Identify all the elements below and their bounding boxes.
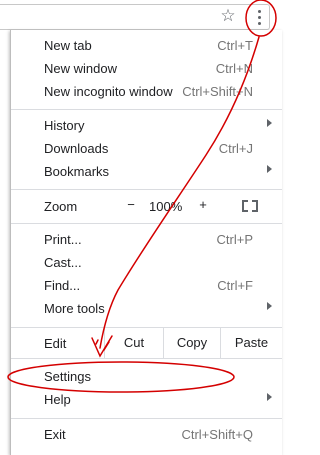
zoom-level: 100% <box>149 199 183 214</box>
shortcut-label: Ctrl+T <box>217 38 253 53</box>
edit-label: Edit <box>44 336 67 351</box>
shortcut-label: Ctrl+N <box>215 61 253 76</box>
menu-item-label: Help <box>44 392 71 407</box>
edit-row: Edit Cut Copy Paste <box>11 328 282 358</box>
fullscreen-icon[interactable] <box>242 200 258 212</box>
three-dot-menu-icon[interactable] <box>251 5 267 29</box>
submenu-arrow-icon <box>267 393 272 401</box>
menu-item-label: New incognito window <box>44 84 173 99</box>
menu-separator <box>11 223 282 224</box>
menu-separator <box>11 358 282 359</box>
menu-item-label: More tools <box>44 301 105 316</box>
menu-item-label: Downloads <box>44 141 109 156</box>
shortcut-label: Ctrl+Shift+N <box>182 84 253 99</box>
shortcut-label: Ctrl+J <box>218 141 253 156</box>
shortcut-label: Ctrl+Shift+Q <box>181 427 253 442</box>
menu-item-exit[interactable]: Exit Ctrl+Shift+Q <box>11 424 282 446</box>
menu-item-label: New window <box>44 61 117 76</box>
menu-item-find[interactable]: Find... Ctrl+F <box>11 275 282 297</box>
shortcut-label: Ctrl+P <box>216 232 253 247</box>
zoom-label: Zoom <box>44 199 78 214</box>
menu-separator <box>11 109 282 110</box>
menu-item-label: Find... <box>44 278 81 293</box>
copy-button[interactable]: Copy <box>163 328 220 358</box>
zoom-row: Zoom − 100% + <box>11 190 282 222</box>
shortcut-label: Ctrl+F <box>217 278 253 293</box>
menu-item-label: Settings <box>44 369 91 384</box>
zoom-out-button[interactable]: − <box>125 197 137 212</box>
menu-item-label: Bookmarks <box>44 164 110 179</box>
star-icon[interactable]: ☆ <box>219 6 237 26</box>
menu-item-help[interactable]: Help <box>11 389 282 411</box>
menu-item-label: Print... <box>44 232 82 247</box>
menu-item-settings[interactable]: Settings <box>11 366 282 388</box>
cut-button[interactable]: Cut <box>104 328 163 358</box>
menu-item-bookmarks[interactable]: Bookmarks <box>11 161 282 183</box>
menu-separator <box>11 418 282 419</box>
menu-item-new-tab[interactable]: New tab Ctrl+T <box>11 35 282 57</box>
menu-item-print[interactable]: Print... Ctrl+P <box>11 229 282 251</box>
browser-toolbar: ☆ <box>0 0 281 34</box>
menu-item-downloads[interactable]: Downloads Ctrl+J <box>11 138 282 160</box>
submenu-arrow-icon <box>267 302 272 310</box>
menu-item-cast[interactable]: Cast... <box>11 252 282 274</box>
menu-item-new-incognito-window[interactable]: New incognito window Ctrl+Shift+N <box>11 81 282 103</box>
menu-item-new-window[interactable]: New window Ctrl+N <box>11 58 282 80</box>
menu-item-label: Exit <box>44 427 66 442</box>
paste-button[interactable]: Paste <box>220 328 282 358</box>
submenu-arrow-icon <box>267 119 272 127</box>
menu-item-label: History <box>44 118 85 133</box>
menu-item-label: Cast... <box>44 255 82 270</box>
menu-item-label: New tab <box>44 38 92 53</box>
submenu-arrow-icon <box>267 165 272 173</box>
zoom-in-button[interactable]: + <box>197 197 209 212</box>
chrome-main-menu: New tab Ctrl+T New window Ctrl+N New inc… <box>10 30 282 455</box>
menu-item-history[interactable]: History <box>11 115 282 137</box>
menu-item-more-tools[interactable]: More tools <box>11 298 282 320</box>
